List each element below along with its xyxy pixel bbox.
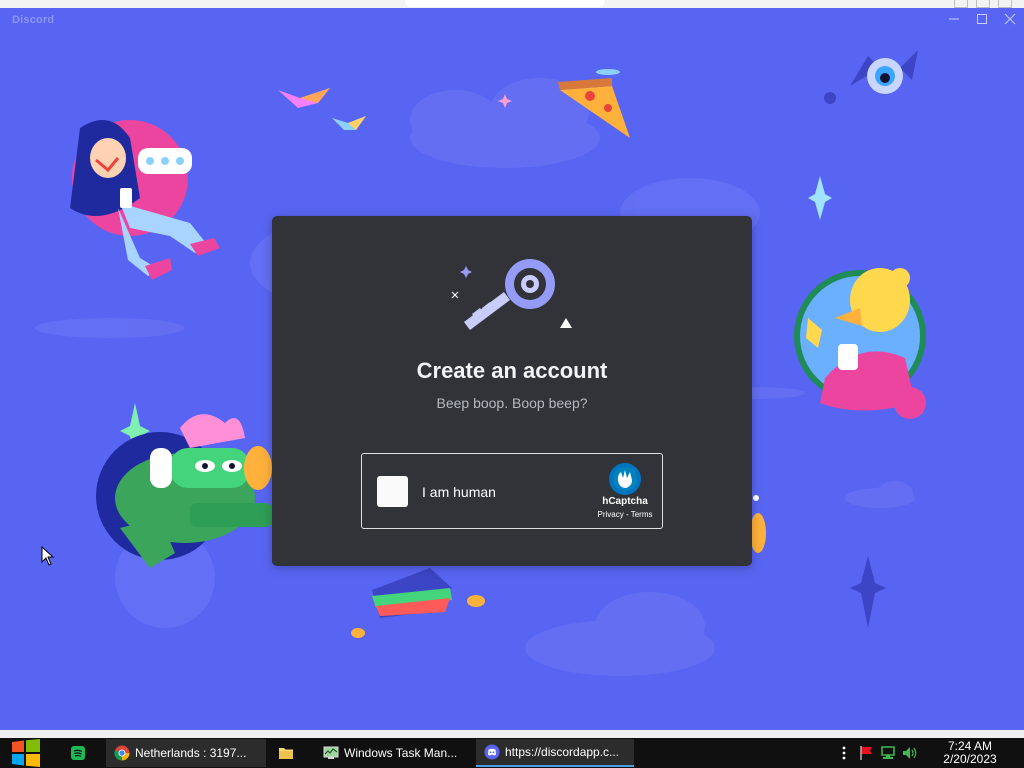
captcha-links: Privacy - Terms bbox=[580, 510, 670, 519]
paper-bird-icon bbox=[278, 88, 366, 130]
hcaptcha-brand: hCaptcha bbox=[602, 496, 648, 507]
more-vertical-icon bbox=[842, 746, 846, 760]
captcha-checkbox[interactable] bbox=[377, 476, 408, 507]
taskbar-app-label: https://discordapp.c... bbox=[505, 745, 620, 759]
taskbar-chrome-button[interactable]: Netherlands : 3197... bbox=[106, 739, 266, 767]
minimize-button[interactable] bbox=[942, 10, 966, 28]
terms-link[interactable]: Terms bbox=[631, 510, 653, 519]
mouse-cursor-icon bbox=[41, 546, 55, 566]
hcaptcha-widget: I am human hCaptcha Privacy - Terms bbox=[361, 453, 663, 529]
maximize-icon bbox=[977, 14, 987, 24]
taskbar-task-manager-button[interactable]: Windows Task Man... bbox=[315, 739, 470, 767]
chrome-icon bbox=[114, 745, 130, 761]
app-title: Discord bbox=[12, 14, 55, 26]
taskbar: Netherlands : 3197... Windows Task Man..… bbox=[0, 738, 1024, 768]
discord-window: Discord Create an account Beep boop. Boo… bbox=[0, 8, 1024, 730]
sandwich-illustration bbox=[351, 568, 485, 638]
taskbar-spotify-button[interactable] bbox=[62, 739, 100, 767]
link-separator: - bbox=[625, 510, 629, 519]
maximize-button[interactable] bbox=[970, 10, 994, 28]
discord-icon bbox=[484, 744, 500, 760]
speaker-icon bbox=[903, 747, 917, 759]
captcha-label: I am human bbox=[422, 484, 496, 500]
lantern-creature-icon bbox=[750, 495, 766, 553]
background-window-edge-bottom bbox=[0, 730, 1024, 738]
start-button[interactable] bbox=[0, 738, 52, 768]
taskbar-explorer-button[interactable] bbox=[270, 739, 308, 767]
create-account-modal: Create an account Beep boop. Boop beep? … bbox=[272, 216, 752, 566]
modal-subtitle: Beep boop. Boop beep? bbox=[436, 395, 588, 411]
tray-overflow-button[interactable] bbox=[836, 745, 852, 761]
key-icon bbox=[451, 259, 572, 330]
system-tray bbox=[836, 738, 926, 768]
eyeball-bat-icon bbox=[824, 50, 918, 104]
girl-with-phone-illustration bbox=[70, 120, 220, 280]
taskbar-app-label: Windows Task Man... bbox=[344, 746, 458, 760]
minimize-icon bbox=[949, 18, 959, 20]
close-button[interactable] bbox=[998, 10, 1022, 28]
network-icon bbox=[881, 746, 895, 759]
desktop-screen: Discord Create an account Beep boop. Boo… bbox=[0, 0, 1024, 768]
close-icon bbox=[1004, 13, 1016, 25]
red-flag-icon bbox=[860, 746, 872, 760]
tray-volume[interactable] bbox=[902, 745, 918, 761]
windows-logo-icon bbox=[12, 739, 40, 767]
hcaptcha-logo-icon bbox=[609, 463, 641, 495]
tray-network[interactable] bbox=[880, 745, 896, 761]
privacy-link[interactable]: Privacy bbox=[598, 510, 624, 519]
task-manager-icon bbox=[323, 746, 339, 759]
taskbar-discord-button[interactable]: https://discordapp.c... bbox=[476, 739, 634, 767]
green-creature-illustration bbox=[96, 414, 272, 568]
taskbar-app-label: Netherlands : 3197... bbox=[135, 746, 247, 760]
modal-title: Create an account bbox=[416, 358, 608, 383]
spotify-icon bbox=[71, 746, 85, 760]
taskbar-clock[interactable]: 7:24 AM 2/20/2023 bbox=[930, 740, 1010, 766]
folder-icon bbox=[279, 748, 293, 759]
clock-date: 2/20/2023 bbox=[943, 752, 997, 766]
tray-action-center[interactable] bbox=[858, 745, 874, 761]
laughing-girl-illustration bbox=[794, 268, 926, 419]
window-titlebar: Discord bbox=[0, 8, 1024, 30]
